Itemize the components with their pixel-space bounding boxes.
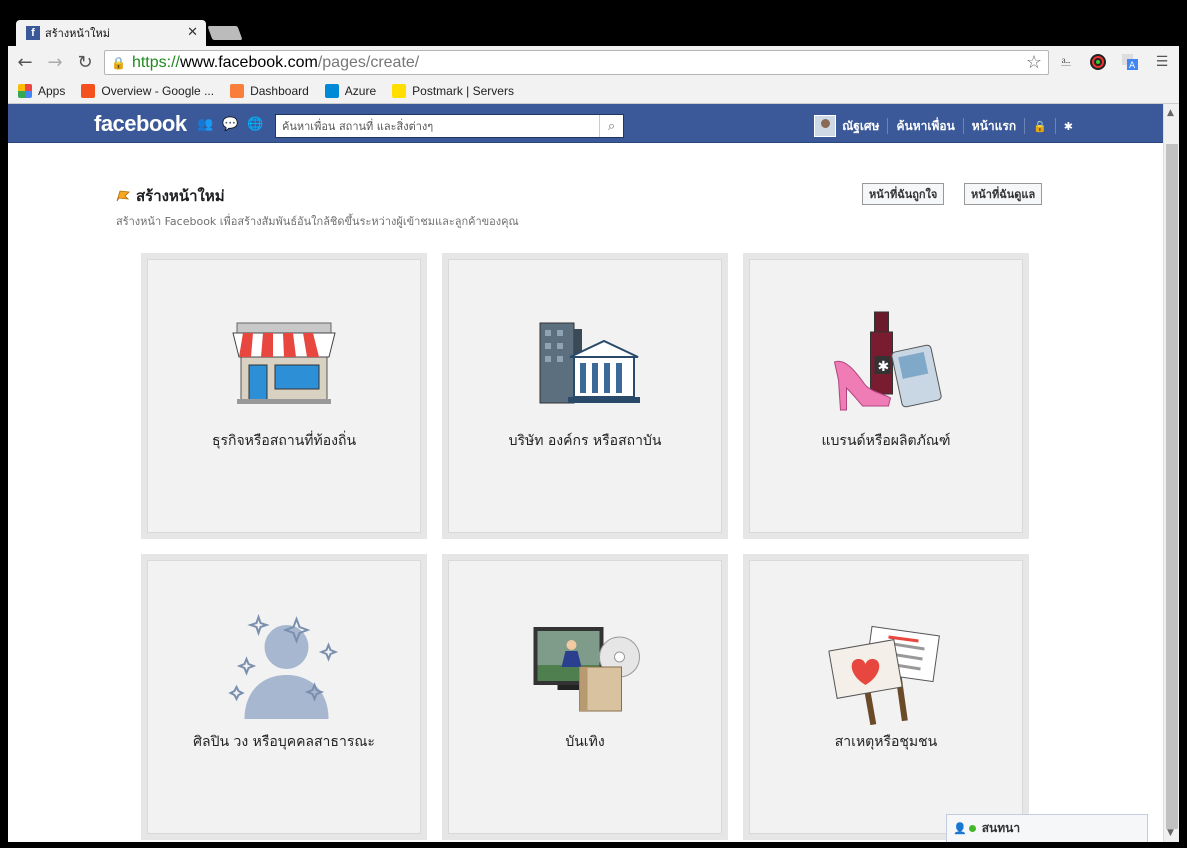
divider [887,118,889,134]
category-card-company[interactable]: บริษัท องค์กร หรือสถาบัน [442,253,728,539]
address-bar[interactable]: 🔒 https:// www.facebook.com /pages/creat… [104,50,1049,75]
home-link[interactable]: หน้าแรก [972,117,1016,136]
bookmark-overview[interactable]: Overview - Google ... [81,83,214,98]
analytics-icon [81,83,96,98]
card-inner: ธุรกิจหรือสถานที่ท้องถิ่น [147,259,421,533]
facebook-header: facebook 👥 💬 🌐 ค้นหาเพื่อน สถานที่ และสิ… [8,104,1163,143]
messages-icon[interactable]: 💬 [222,117,238,132]
bookmark-postmark[interactable]: Postmark | Servers [392,83,514,98]
category-card-cause[interactable]: สาเหตุหรือชุมชน [743,554,1029,840]
forward-button[interactable]: → [42,49,68,75]
scrollbar-thumb[interactable] [1166,144,1178,829]
page-viewport: facebook 👥 💬 🌐 ค้นหาเพื่อน สถานที่ และสิ… [8,104,1163,842]
dashboard-icon [230,83,245,98]
scroll-up-icon[interactable]: ▲ [1167,108,1174,118]
notifications-globe-icon[interactable]: 🌐 [247,117,263,132]
bookmark-apps[interactable]: Apps [18,83,65,98]
extension-color-icon[interactable] [1088,52,1108,72]
chat-sidebar-tab[interactable]: 👤 สนทนา [946,814,1148,842]
public-figure-icon [228,613,339,719]
new-tab-button[interactable] [207,26,243,40]
card-inner: บริษัท องค์กร หรือสถาบัน [448,259,722,533]
apps-grid-icon [18,83,32,98]
window-titlebar: f สร้างหน้าใหม่ ✕ [0,0,1187,46]
url-scheme: https:// [131,53,180,71]
divider [1024,118,1026,134]
buildings-icon [539,322,640,404]
cause-signs-icon [828,625,940,726]
reload-button[interactable]: ↻ [72,49,98,75]
people-icon: 👤 [953,822,967,835]
page-header: สร้างหน้าใหม่ สร้างหน้า Facebook เพื่อสร… [116,184,519,230]
bookmark-star-icon[interactable]: ☆ [1026,52,1042,73]
products-icon: ✱ [833,311,942,411]
category-card-local-business[interactable]: ธุรกิจหรือสถานที่ท้องถิ่น [141,253,427,539]
browser-tab-active[interactable]: f สร้างหน้าใหม่ ✕ [16,20,206,46]
category-label: บริษัท องค์กร หรือสถาบัน [508,433,662,449]
card-inner: สาเหตุหรือชุมชน [749,560,1023,834]
flag-icon [116,190,130,202]
postmark-icon [392,83,407,98]
bookmark-azure[interactable]: Azure [324,83,376,98]
category-card-brand[interactable]: ✱ แบรนด์หรือผลิตภัณฑ์ [743,253,1029,539]
page-scrollbar[interactable]: ▲ ▼ [1163,104,1179,842]
search-placeholder: ค้นหาเพื่อน สถานที่ และสิ่งต่างๆ [282,120,434,133]
category-label: บันเทิง [565,734,605,750]
privacy-shortcuts-icon[interactable]: 🔒 [1033,120,1047,133]
category-label: สาเหตุหรือชุมชน [834,734,938,750]
svg-text:✱: ✱ [878,359,890,375]
search-icon[interactable]: ⌕ [599,115,623,137]
avatar[interactable] [814,115,837,137]
svg-text:A: A [1129,61,1136,71]
translate-icon[interactable]: A [1120,52,1140,72]
divider [1054,118,1056,134]
browser-toolbar: ← → ↻ 🔒 https:// www.facebook.com /pages… [8,46,1179,78]
managed-pages-button[interactable]: หน้าที่ฉันดูแล [964,183,1043,205]
card-inner: บันเทิง [448,560,722,834]
facebook-logo[interactable]: facebook [94,111,187,137]
windows-icon [324,83,339,98]
profile-link[interactable]: ณัฐเศษ [842,117,879,136]
page-subtitle: สร้างหน้า Facebook เพื่อสร้างสัมพันธ์อัน… [116,215,519,228]
storefront-icon [232,322,336,404]
category-label: ศิลปิน วง หรือบุคคลสาธารณะ [193,734,375,750]
category-label: ธุรกิจหรือสถานที่ท้องถิ่น [211,433,357,449]
entertainment-icon [533,627,640,712]
card-inner: ศิลปิน วง หรือบุคคลสาธารณะ [147,560,421,834]
find-friends-link[interactable]: ค้นหาเพื่อน [896,117,954,136]
scroll-down-icon[interactable]: ▼ [1167,828,1174,838]
url-path: /pages/create/ [317,53,420,71]
bookmarks-bar: Apps Overview - Google ... Dashboard Azu… [8,78,1179,104]
tab-close-icon[interactable]: ✕ [187,25,198,40]
chat-label: สนทนา [981,821,1021,835]
online-status-icon [968,825,976,832]
liked-pages-button[interactable]: หน้าที่ฉันถูกใจ [862,183,945,205]
tab-title: สร้างหน้าใหม่ [45,27,110,40]
bookmark-dashboard[interactable]: Dashboard [230,83,309,98]
friend-requests-icon[interactable]: 👥 [197,117,213,132]
category-card-entertainment[interactable]: บันเทิง [442,554,728,840]
category-label: แบรนด์หรือผลิตภัณฑ์ [821,433,951,449]
divider [962,118,964,134]
page-title: สร้างหน้าใหม่ [116,184,519,208]
url-host: www.facebook.com [179,53,318,71]
facebook-favicon-icon: f [26,26,40,40]
back-button[interactable]: ← [12,49,38,75]
facebook-search-input[interactable]: ค้นหาเพื่อน สถานที่ และสิ่งต่างๆ ⌕ [275,114,624,138]
card-inner: ✱ แบรนด์หรือผลิตภัณฑ์ [749,259,1023,533]
header-nav: ณัฐเศษ ค้นหาเพื่อน หน้าแรก 🔒 ✱ [814,115,1073,137]
category-card-public-figure[interactable]: ศิลปิน วง หรือบุคคลสาธารณะ [141,554,427,840]
settings-gear-icon[interactable]: ✱ [1064,120,1073,133]
lock-icon: 🔒 [111,55,126,70]
extension-icon[interactable]: ⎁ [1056,52,1076,72]
menu-icon[interactable]: ☰ [1152,52,1172,72]
